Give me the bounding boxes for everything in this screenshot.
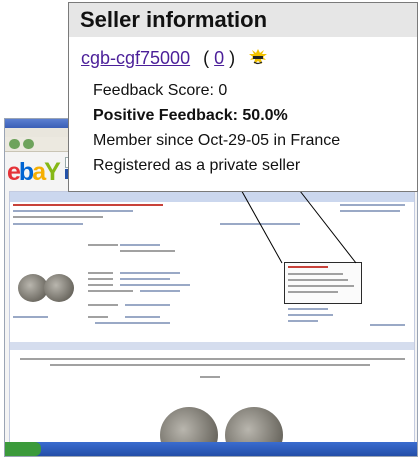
text-line [288,266,328,268]
windows-taskbar [5,442,417,456]
logo-letter-b: b [18,158,34,186]
positive-feedback: Positive Feedback: 50.0% [93,107,288,124]
registration-status: Registered as a private seller [93,157,301,174]
member-since: Member since Oct-29-05 in France [93,132,341,149]
logo-letter-y: Y [44,158,61,186]
text-line [288,285,354,287]
feedback-count-link[interactable]: 0 [214,48,224,68]
text-line [120,250,175,252]
text-line [88,290,133,292]
text-line [88,244,118,246]
coin-thumbnail[interactable] [44,274,74,302]
text-line [13,216,103,218]
link-line[interactable] [288,320,318,322]
link-line[interactable] [95,322,170,324]
link-line[interactable] [370,324,405,326]
link-line[interactable] [288,314,333,316]
back-icon[interactable] [9,139,20,149]
logo-letter-e: e [7,158,21,186]
text-line [88,278,113,280]
feedback-score: Feedback Score: 0 [93,82,228,99]
sunglasses-icon[interactable] [248,48,268,68]
panel-title: Seller information [69,3,417,37]
text-line [20,358,405,360]
listing-title-line [13,204,163,206]
link-line[interactable] [13,223,83,225]
text-line [288,273,343,275]
listing-page [9,191,415,456]
text-line [340,204,405,206]
logo-letter-a: a [32,158,46,186]
seller-info-box-small [284,262,362,304]
text-line [88,316,108,318]
link-line[interactable] [13,316,48,318]
text-line [200,376,220,378]
close-paren: ) [229,48,236,68]
text-line [120,272,180,274]
text-line [88,304,118,306]
seller-line: cgb-cgf75000 ( 0 ) [81,47,268,69]
text-line [288,279,348,281]
text-line [120,278,170,280]
text-line [125,304,170,306]
text-line [120,244,160,246]
text-line [140,290,180,292]
open-paren: ( [203,48,210,68]
seller-username-link[interactable]: cgb-cgf75000 [81,48,190,68]
text-line [50,364,370,366]
text-line [125,316,160,318]
forward-icon[interactable] [23,139,34,149]
seller-info-panel: Seller information cgb-cgf75000 ( 0 ) Fe… [68,2,418,192]
description-header [10,342,414,350]
text-line [88,284,113,286]
listing-subtitle-line [13,210,133,212]
start-button[interactable] [5,442,41,456]
text-line [288,291,338,293]
text-line [88,272,113,274]
listing-header [10,192,414,202]
text-line [120,284,190,286]
ebay-logo[interactable]: ebaY [7,158,61,186]
link-line[interactable] [220,223,300,225]
text-line [340,210,400,212]
link-line[interactable] [288,308,328,310]
